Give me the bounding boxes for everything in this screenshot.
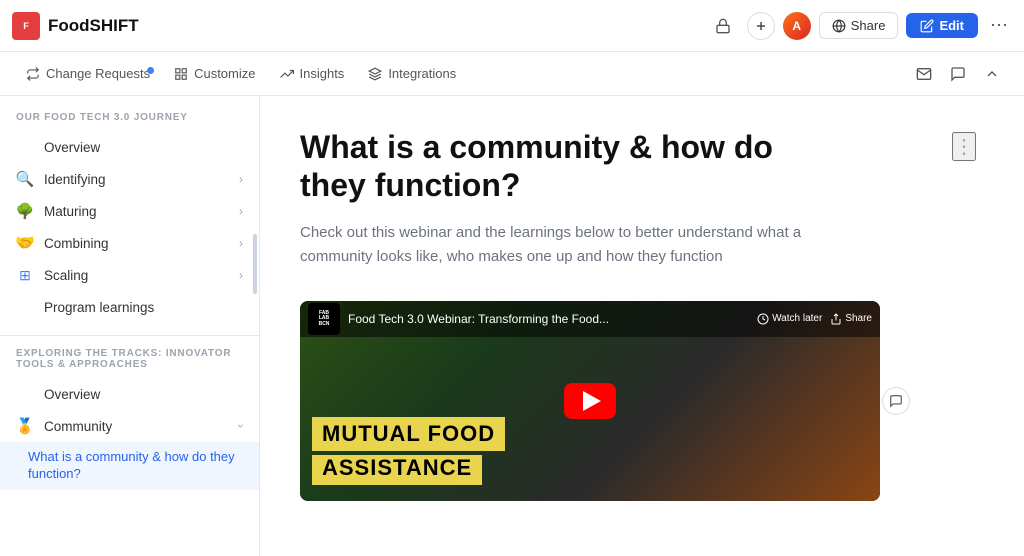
identifying-chevron: › [239,172,243,186]
integrations-icon [368,67,382,81]
nav-item-change-requests[interactable]: Change Requests [16,60,160,87]
sidebar-subitem-community-what[interactable]: What is a community & how do they functi… [0,442,259,490]
sidebar-divider [0,335,259,336]
maturing-icon: 🌳 [16,202,34,220]
sidebar-section-label-1: OUR FOOD TECH 3.0 JOURNEY [0,112,259,131]
add-button[interactable] [747,12,775,40]
chevron-up-icon [984,66,1000,82]
program-learnings-icon [16,298,34,316]
content-header: What is a community & how do they functi… [300,128,976,205]
insights-icon [280,67,294,81]
app-logo[interactable]: F FoodSHIFT [12,12,139,40]
sidebar-item-combining[interactable]: 🤝 Combining › [0,227,259,259]
channel-logo: FAB LAB BCN [308,303,340,335]
comment-icon-button[interactable] [942,58,974,90]
combining-chevron: › [239,236,243,250]
identifying-icon: 🔍 [16,170,34,188]
video-embed[interactable]: FAB LAB BCN Food Tech 3.0 Webinar: Trans… [300,301,880,501]
change-requests-icon [26,67,40,81]
clock-icon [757,313,769,325]
maturing-chevron: › [239,204,243,218]
comment-icon [950,66,966,82]
sidebar-item-overview1[interactable]: Overview [0,131,259,163]
sidebar-item-maturing[interactable]: 🌳 Maturing › [0,195,259,227]
sidebar-item-program-learnings[interactable]: Program learnings [0,291,259,323]
scaling-chevron: › [239,268,243,282]
nav-item-insights[interactable]: Insights [270,60,355,87]
speech-bubble-icon [889,394,903,408]
mail-icon-button[interactable] [908,58,940,90]
sidebar-item-overview2[interactable]: Overview [0,378,259,410]
content-area: What is a community & how do they functi… [260,96,1024,556]
edit-button[interactable]: Edit [906,13,978,38]
nav-item-integrations[interactable]: Integrations [358,60,466,87]
scaling-icon: ⊞ [16,266,34,284]
app-name: FoodSHIFT [48,16,139,36]
share-arrow-icon [830,313,842,325]
share-button[interactable]: Share [819,12,899,39]
sidebar-section-label-2: EXPLORING THE TRACKS: INNOVATOR TOOLS & … [0,348,259,378]
video-controls: Watch later Share [757,313,872,325]
video-top-bar: FAB LAB BCN Food Tech 3.0 Webinar: Trans… [300,301,880,337]
sidebar-item-scaling[interactable]: ⊞ Scaling › [0,259,259,291]
content-description: Check out this webinar and the learnings… [300,221,860,269]
lock-icon-button[interactable] [707,10,739,42]
community-chevron: › [234,424,248,428]
combining-icon: 🤝 [16,234,34,252]
collapse-button[interactable] [976,58,1008,90]
video-banner-line1: MUTUAL FOOD [312,417,505,451]
logo-icon: F [12,12,40,40]
watch-later-control[interactable]: Watch later [757,313,822,325]
main-layout: OUR FOOD TECH 3.0 JOURNEY Overview 🔍 Ide… [0,96,1024,556]
sidebar: OUR FOOD TECH 3.0 JOURNEY Overview 🔍 Ide… [0,96,260,556]
mail-icon [916,66,932,82]
content-more-options-button[interactable]: ⋮ [952,132,976,161]
overview2-icon [16,385,34,403]
video-title: Food Tech 3.0 Webinar: Transforming the … [348,312,749,326]
video-bottom: MUTUAL FOOD ASSISTANCE [300,405,880,501]
video-banner-line2: ASSISTANCE [312,455,482,485]
community-icon: 🏅 [16,417,34,435]
nav-item-customize[interactable]: Customize [164,60,265,87]
avatar[interactable]: A [783,12,811,40]
sidebar-scrollbar-handle[interactable] [253,234,257,294]
more-options-button[interactable]: ⋯ [986,15,1012,36]
nav-right-icons [908,58,1008,90]
edit-icon [920,19,934,33]
overview1-icon [16,138,34,156]
video-wrapper: FAB LAB BCN Food Tech 3.0 Webinar: Trans… [300,301,880,501]
plus-icon [754,19,768,33]
lock-icon [715,18,731,34]
navbar: Change Requests Customize Insights Integ… [0,52,1024,96]
customize-icon [174,67,188,81]
globe-icon [832,19,846,33]
change-requests-dot [147,67,154,74]
video-share-control[interactable]: Share [830,313,872,325]
topbar: F FoodSHIFT A Share Edit ⋯ [0,0,1024,52]
video-comment-button[interactable] [882,387,910,415]
sidebar-item-community[interactable]: 🏅 Community › [0,410,259,442]
sidebar-item-identifying[interactable]: 🔍 Identifying › [0,163,259,195]
page-title: What is a community & how do they functi… [300,128,820,205]
